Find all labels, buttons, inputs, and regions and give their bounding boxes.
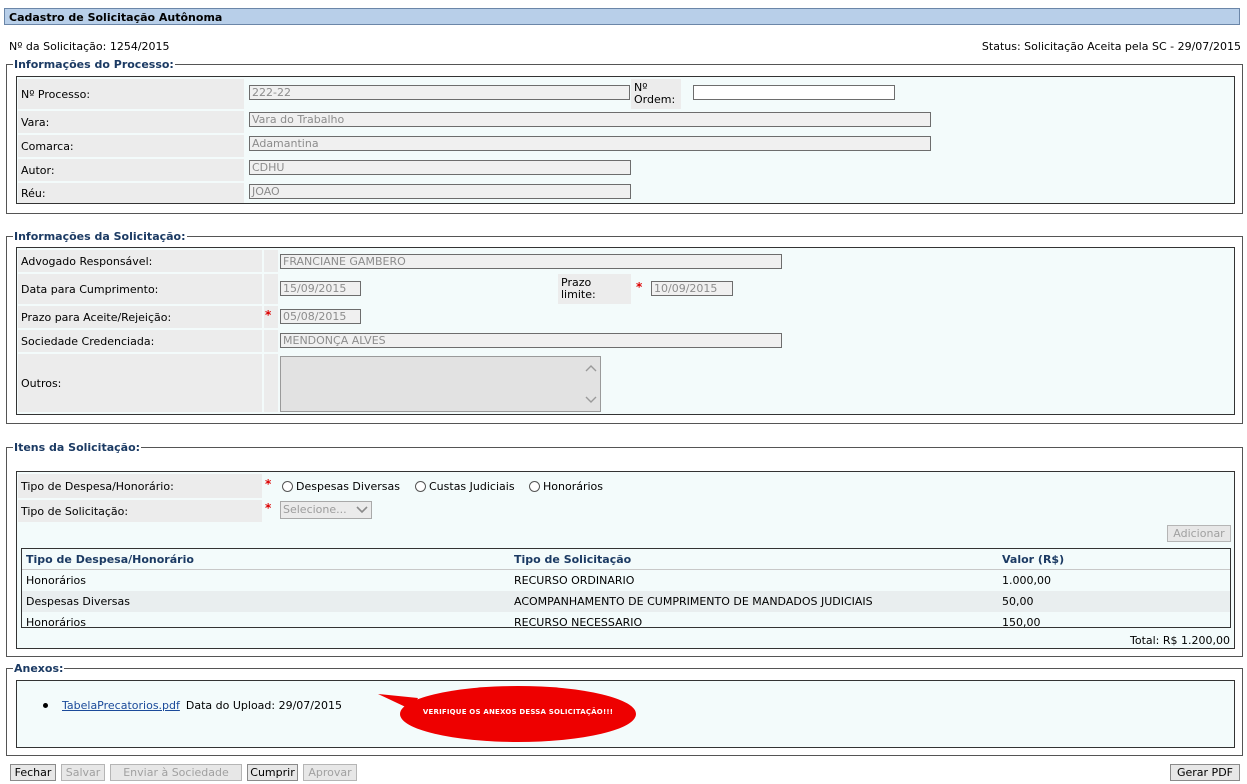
required-marker: *	[636, 280, 643, 294]
prazo-limite-line2: limite:	[561, 288, 596, 301]
prazo-aceite-label: Prazo para Aceite/Rejeição:	[18, 306, 262, 328]
attachment-link[interactable]: TabelaPrecatorios.pdf	[62, 699, 180, 712]
table-cell: 50,00	[998, 591, 1230, 612]
bullet-icon	[43, 703, 48, 708]
page-title: Cadastro de Solicitação Autônoma	[4, 8, 1240, 25]
itens-legend: Itens da Solicitação:	[14, 441, 141, 454]
table-cell: Despesas Diversas	[22, 591, 510, 612]
required-marker: *	[265, 308, 272, 322]
processo-label: Nº Processo:	[18, 79, 244, 109]
solicitacao-panel: Advogado Responsável: FRANCIANE GAMBERO …	[16, 247, 1235, 415]
required-marker: *	[265, 477, 272, 491]
reu-input[interactable]: JOAO	[249, 184, 631, 199]
outros-textarea[interactable]	[280, 356, 601, 412]
table-header-row: Tipo de Despesa/Honorário Tipo de Solici…	[22, 549, 1230, 570]
table-cell: Honorários	[26, 616, 87, 628]
radio-circle[interactable]	[415, 481, 426, 492]
prazo-aceite-input[interactable]: 05/08/2015	[280, 309, 361, 324]
table-cell: ACOMPANHAMENTO DE CUMPRIMENTO DE MANDADO…	[510, 591, 998, 612]
column-header[interactable]: Valor (R$)	[998, 549, 1230, 570]
radio-despesas-diversas[interactable]: Despesas Diversas	[282, 480, 400, 493]
processo-panel: Nº Processo: 222-22 Nº Ordem: Vara: Vara…	[16, 76, 1235, 204]
tipo-solicitacao-select[interactable]: Selecione...	[280, 501, 372, 519]
ordem-input[interactable]	[693, 85, 895, 100]
warning-text: VERIFIQUE OS ANEXOS DESSA SOLICITAÇÃO!!!	[422, 708, 614, 716]
chevron-down-icon	[356, 506, 368, 514]
tipo-solicitacao-label: Tipo de Solicitação:	[18, 500, 262, 522]
anexos-legend: Anexos:	[14, 662, 64, 675]
advogado-input[interactable]: FRANCIANE GAMBERO	[280, 254, 782, 269]
items-table: Tipo de Despesa/Honorário Tipo de Solici…	[22, 549, 1230, 628]
required-marker: *	[265, 501, 272, 515]
solicitacao-number: Nº da Solicitação: 1254/2015	[9, 40, 170, 53]
vara-input[interactable]: Vara do Trabalho	[249, 112, 931, 127]
enviar-sociedade-button[interactable]: Enviar à Sociedade	[110, 764, 242, 781]
ordem-label-line2: Ordem:	[634, 93, 676, 106]
cumprir-button[interactable]: Cumprir	[247, 764, 298, 781]
scroll-down-icon[interactable]	[585, 395, 597, 405]
processo-legend: Informações do Processo:	[14, 58, 174, 71]
gerar-pdf-button[interactable]: Gerar PDF	[1170, 764, 1240, 781]
table-row[interactable]: Honorários RECURSO NECESSARIO 150,00	[22, 612, 1230, 628]
radio-label: Honorários	[543, 480, 604, 493]
salvar-button[interactable]: Salvar	[61, 764, 105, 781]
adicionar-button[interactable]: Adicionar	[1167, 525, 1231, 542]
table-cell: 150,00	[1002, 616, 1041, 628]
aprovar-button[interactable]: Aprovar	[303, 764, 357, 781]
radio-label: Despesas Diversas	[296, 480, 400, 493]
prazo-limite-input[interactable]: 10/09/2015	[651, 281, 733, 296]
fechar-button[interactable]: Fechar	[10, 764, 56, 781]
solicitacao-legend: Informações da Solicitação:	[14, 230, 186, 243]
advogado-label: Advogado Responsável:	[18, 250, 262, 272]
autor-label: Autor:	[18, 159, 244, 181]
outros-label: Outros:	[18, 354, 262, 412]
radio-circle[interactable]	[282, 481, 293, 492]
items-table-container: Tipo de Despesa/Honorário Tipo de Solici…	[21, 548, 1231, 628]
itens-panel: Tipo de Despesa/Honorário: * Despesas Di…	[16, 471, 1235, 649]
prazo-limite-label: Prazo limite:	[558, 274, 631, 304]
table-cell: Honorários	[26, 574, 87, 587]
radio-custas-judiciais[interactable]: Custas Judiciais	[415, 480, 515, 493]
attachment-item: TabelaPrecatorios.pdf Data do Upload: 29…	[43, 699, 342, 712]
warning-bubble: VERIFIQUE OS ANEXOS DESSA SOLICITAÇÃO!!!	[378, 684, 638, 744]
scroll-up-icon[interactable]	[585, 363, 597, 373]
table-cell: RECURSO NECESSARIO	[514, 616, 643, 628]
column-header[interactable]: Tipo de Solicitação	[510, 549, 998, 570]
column-header[interactable]: Tipo de Despesa/Honorário	[22, 549, 510, 570]
items-total: Total: R$ 1.200,00	[1129, 634, 1230, 647]
data-cumprimento-input[interactable]: 15/09/2015	[280, 281, 361, 296]
sociedade-req-cell	[264, 330, 278, 352]
table-row[interactable]: Honorários RECURSO ORDINARIO 1.000,00	[22, 570, 1230, 592]
table-cell: RECURSO ORDINARIO	[514, 574, 635, 587]
radio-honorarios[interactable]: Honorários	[529, 480, 603, 493]
radio-circle[interactable]	[529, 481, 540, 492]
data-cumprimento-label: Data para Cumprimento:	[18, 274, 262, 304]
sociedade-label: Sociedade Credenciada:	[18, 330, 262, 352]
data-req-cell	[264, 274, 278, 304]
comarca-label: Comarca:	[18, 135, 244, 157]
outros-req-cell	[264, 354, 278, 412]
table-row[interactable]: Despesas Diversas ACOMPANHAMENTO DE CUMP…	[22, 591, 1230, 612]
processo-input[interactable]: 222-22	[249, 85, 630, 100]
comarca-input[interactable]: Adamantina	[249, 136, 931, 151]
tipo-despesa-label: Tipo de Despesa/Honorário:	[18, 474, 262, 498]
sociedade-input[interactable]: MENDONÇA ALVES	[280, 333, 782, 348]
advogado-req-cell	[264, 250, 278, 272]
vara-label: Vara:	[18, 111, 244, 133]
table-cell: 1.000,00	[1002, 574, 1051, 587]
autor-input[interactable]: CDHU	[249, 160, 631, 175]
ordem-label: Nº Ordem:	[631, 79, 681, 109]
select-value: Selecione...	[283, 503, 347, 516]
status-text: Status: Solicitação Aceita pela SC - 29/…	[981, 40, 1241, 53]
attachment-upload-date: Data do Upload: 29/07/2015	[185, 699, 343, 712]
radio-label: Custas Judiciais	[429, 480, 515, 493]
outros-value	[281, 357, 600, 361]
reu-label: Réu:	[18, 183, 244, 203]
